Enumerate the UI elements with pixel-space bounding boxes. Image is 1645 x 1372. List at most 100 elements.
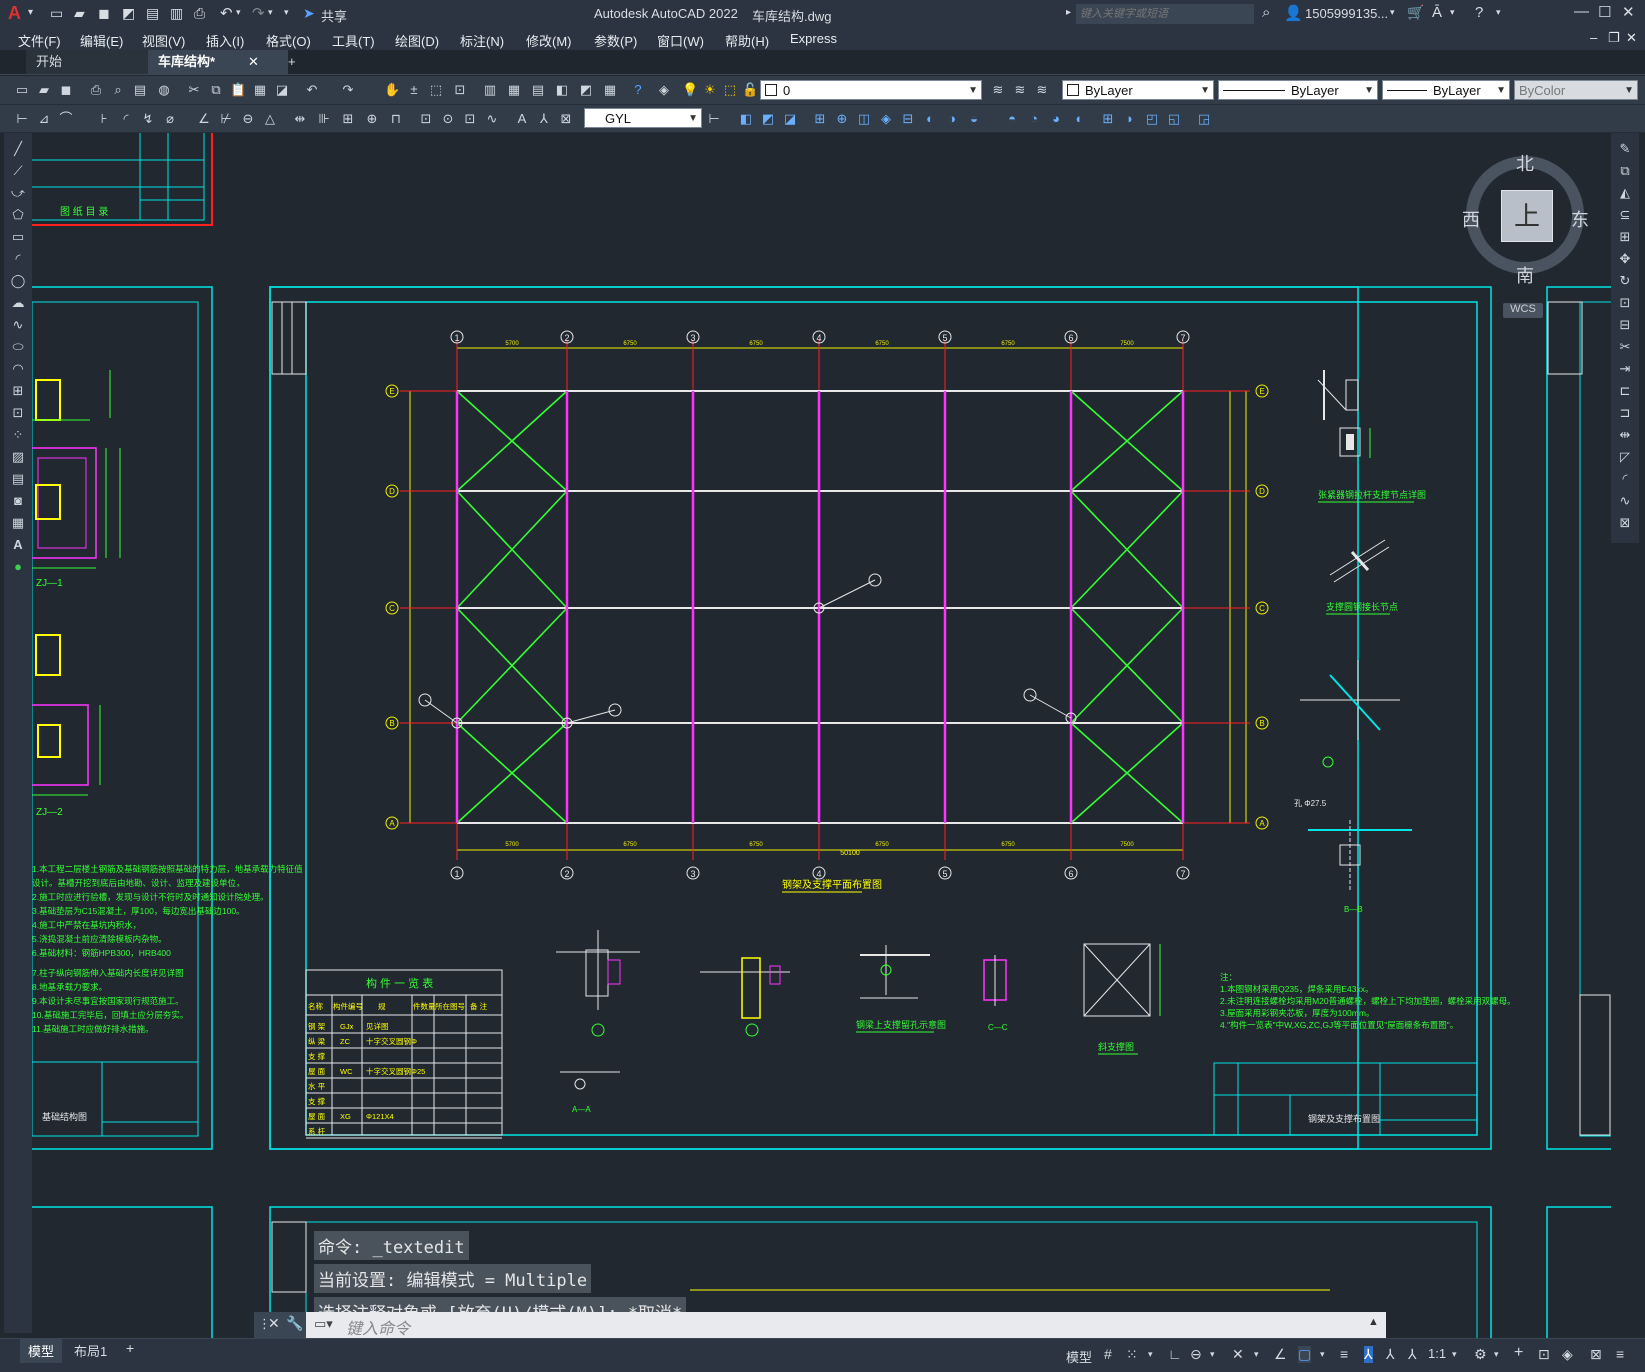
make-current-icon[interactable]: ≋ [990, 82, 1006, 98]
3d-wedge-icon[interactable]: ◩ [760, 111, 776, 127]
model-space-button[interactable]: 模型 [1066, 1347, 1092, 1366]
menu-insert[interactable]: 插入(I) [206, 31, 244, 50]
open-icon[interactable]: ▰ [36, 82, 52, 98]
3d-rotate-icon[interactable]: ⊕ [834, 111, 850, 127]
menu-help[interactable]: 帮助(H) [725, 31, 769, 50]
dim-break-icon[interactable]: ⊪ [316, 111, 332, 127]
redo-icon[interactable]: ↷ [252, 4, 265, 22]
revision-cloud-icon[interactable]: ☁ [10, 295, 26, 311]
osnap-icon[interactable]: ▢ [1298, 1346, 1312, 1363]
dim-text-edit-icon[interactable]: ⊡ [462, 111, 478, 127]
match-prop-icon[interactable]: ▦ [252, 82, 268, 98]
doc-minimize-icon[interactable]: – [1590, 30, 1597, 45]
workspace-gear-icon[interactable]: ⚙ [1474, 1346, 1487, 1363]
properties-icon[interactable]: ▥ [482, 82, 498, 98]
color-select[interactable]: ByLayer ▼ [1062, 80, 1214, 100]
explode-icon[interactable]: ⊠ [1617, 515, 1633, 531]
dim-baseline-icon[interactable]: ⊖ [240, 111, 256, 127]
line-icon[interactable]: ╱ [10, 141, 26, 157]
dim-ordinate-icon[interactable]: ⊦ [96, 111, 112, 127]
blend-icon[interactable]: ∿ [1617, 493, 1633, 509]
new-icon[interactable]: ▭ [50, 5, 63, 22]
tab-start[interactable]: 开始 [26, 50, 156, 74]
search-expand-icon[interactable]: ▸ [1066, 7, 1071, 18]
search-input[interactable] [1076, 4, 1254, 24]
fillet-icon[interactable]: ◜ [1617, 471, 1633, 487]
osnap-track-icon[interactable]: ∠ [1274, 1346, 1287, 1363]
viewcube-north[interactable]: 北 [1516, 150, 1534, 176]
dim-radius-icon[interactable]: ◜ [118, 111, 134, 127]
recent-commands-icon[interactable]: ▭▾ [314, 1316, 333, 1332]
lineweight-select[interactable]: ByLayer ▼ [1382, 80, 1510, 100]
3d-union-icon[interactable]: ◒ [966, 111, 982, 127]
plot-icon[interactable]: ⎙ [194, 5, 205, 22]
save-icon[interactable]: ◼ [98, 5, 110, 22]
layer-viewport-icon[interactable]: ⬚ [722, 82, 738, 98]
clean-screen-icon[interactable]: ⊠ [1590, 1346, 1602, 1363]
new-layout-button[interactable]: + [126, 1340, 134, 1356]
sheet-set-icon[interactable]: ◧ [554, 82, 570, 98]
3d-shell-icon[interactable]: ◗ [1122, 111, 1138, 127]
trim-icon[interactable]: ✂ [1617, 339, 1633, 355]
scale-icon[interactable]: ⊡ [1617, 295, 1633, 311]
mirror-icon[interactable]: ◭ [1617, 185, 1633, 201]
save-as-icon[interactable]: ◩ [122, 5, 135, 22]
help-chevron-icon[interactable]: ▾ [1496, 7, 1501, 18]
dim-style-icon[interactable]: ⊢ [706, 111, 722, 127]
copy-object-icon[interactable]: ⧉ [1617, 163, 1633, 179]
autocad-logo-icon[interactable]: A [8, 3, 21, 24]
3d-loft-icon[interactable]: ◖ [1070, 111, 1086, 127]
customize-status-icon[interactable]: ≡ [1616, 1346, 1624, 1362]
3d-presspull-icon[interactable]: ⊞ [1100, 111, 1116, 127]
stretch-icon[interactable]: ⊟ [1617, 317, 1633, 333]
3d-move-icon[interactable]: ⊞ [812, 111, 828, 127]
open-icon[interactable]: ▰ [74, 5, 85, 22]
text-style-manager-icon[interactable]: ⊠ [558, 111, 574, 127]
menu-dimension[interactable]: 标注(N) [460, 31, 504, 50]
plot-preview-icon[interactable]: ⌕ [110, 82, 126, 98]
rectangle-icon[interactable]: ▭ [10, 229, 26, 245]
chamfer-icon[interactable]: ◸ [1617, 449, 1633, 465]
dim-aligned-icon[interactable]: ⊿ [36, 111, 52, 127]
viewcube-south[interactable]: 南 [1516, 262, 1534, 288]
3d-chamfer-icon[interactable]: ◱ [1166, 111, 1182, 127]
pan-icon[interactable]: ✋ [384, 82, 400, 98]
redo-chevron-icon[interactable]: ▾ [268, 7, 273, 18]
units-icon[interactable]: ⊡ [1538, 1346, 1550, 1363]
save-web-icon[interactable]: ▥ [170, 5, 183, 22]
isodraft-icon[interactable]: ✕ [1232, 1346, 1244, 1363]
search-icon[interactable]: ⌕ [1262, 4, 1270, 21]
tool-palettes-icon[interactable]: ▤ [530, 82, 546, 98]
region-icon[interactable]: ◙ [10, 493, 26, 509]
construction-line-icon[interactable]: ⟋ [10, 163, 26, 179]
erase-icon[interactable]: ✎ [1617, 141, 1633, 157]
3d-cone-icon[interactable]: ◪ [782, 111, 798, 127]
snap-chevron-icon[interactable]: ▾ [1148, 1349, 1153, 1360]
doc-restore-icon[interactable]: ❐ [1608, 30, 1620, 46]
dim-jogged-icon[interactable]: ↯ [140, 111, 156, 127]
wcs-menu[interactable]: WCS [1503, 303, 1543, 318]
workspace-chevron-icon[interactable]: ▾ [1494, 1349, 1499, 1360]
maximize-icon[interactable]: ☐ [1598, 3, 1611, 21]
command-close-icon[interactable]: ✕ [268, 1315, 280, 1332]
layer-select[interactable]: 0 ▼ [760, 80, 982, 100]
design-center-icon[interactable]: ▦ [506, 82, 522, 98]
menu-format[interactable]: 格式(O) [266, 31, 311, 50]
dim-diameter-icon[interactable]: ⌀ [162, 111, 178, 127]
gradient-icon[interactable]: ▤ [10, 471, 26, 487]
linetype-select[interactable]: ByLayer ▼ [1218, 80, 1378, 100]
jogged-linear-icon[interactable]: ⊡ [418, 111, 434, 127]
paste-icon[interactable]: 📋 [230, 82, 246, 98]
layer-freeze-icon[interactable]: ☀ [702, 82, 718, 98]
text-style-select[interactable]: GYL ▼ [584, 108, 702, 128]
scale-chevron-icon[interactable]: ▾ [1452, 1349, 1457, 1360]
layer-state-icon[interactable]: ≋ [1034, 82, 1050, 98]
ortho-icon[interactable]: ∟ [1168, 1346, 1182, 1362]
3d-imprint-icon[interactable]: ◲ [1196, 111, 1212, 127]
ellipse-arc-icon[interactable]: ◠ [10, 361, 26, 377]
tab-model[interactable]: 模型 [20, 1339, 63, 1363]
make-block-icon[interactable]: ⊡ [10, 405, 26, 421]
osnap-chevron-icon[interactable]: ▾ [1320, 1349, 1325, 1360]
app-menu-chevron-icon[interactable]: ▾ [28, 7, 33, 18]
move-icon[interactable]: ✥ [1617, 251, 1633, 267]
